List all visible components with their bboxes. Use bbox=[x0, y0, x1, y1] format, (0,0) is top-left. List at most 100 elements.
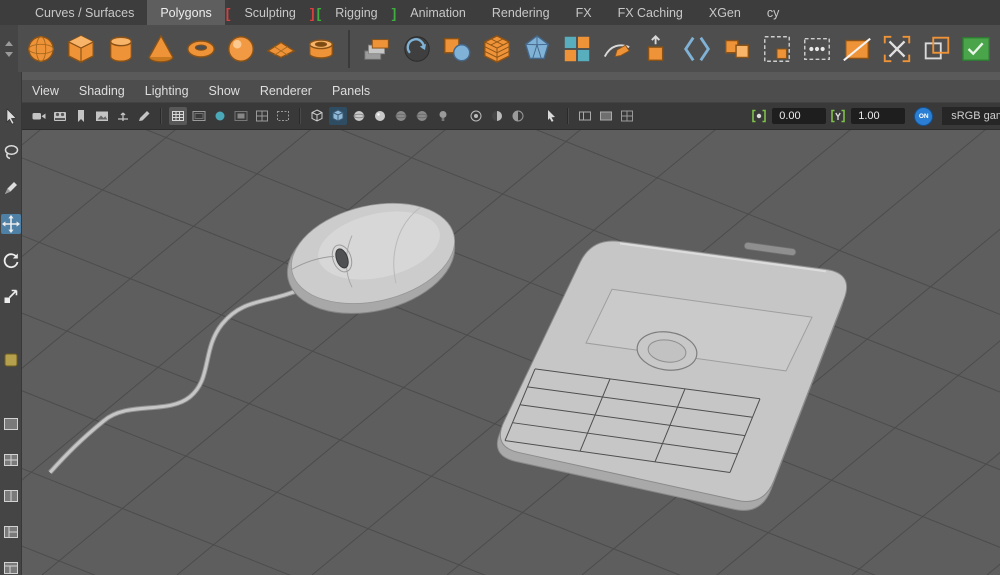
create-polygon-pencil-icon[interactable] bbox=[600, 32, 634, 66]
poly-plane-icon[interactable] bbox=[264, 32, 298, 66]
poly-sphere-icon[interactable] bbox=[24, 32, 58, 66]
extrude-icon[interactable] bbox=[640, 32, 674, 66]
camera-axis-icon[interactable] bbox=[114, 107, 132, 125]
menu-shading[interactable]: Shading bbox=[69, 84, 135, 98]
occlusion-icon[interactable] bbox=[413, 107, 431, 125]
layout-outliner-pane-icon[interactable] bbox=[1, 522, 21, 542]
toolbar-separator bbox=[567, 108, 569, 124]
xray-joints-icon[interactable] bbox=[509, 107, 527, 125]
field-chart-icon[interactable] bbox=[253, 107, 271, 125]
poly-pipe-icon[interactable] bbox=[304, 32, 338, 66]
selection-cursor-icon[interactable] bbox=[542, 107, 560, 125]
shelf-tab-xgen[interactable]: XGen bbox=[696, 0, 754, 25]
shelf-separator bbox=[348, 30, 350, 68]
menu-panels[interactable]: Panels bbox=[322, 84, 380, 98]
viewport-toolbar: 0.00 1.00 ON sRGB gam bbox=[22, 103, 1000, 130]
pane-tear-off-icon[interactable] bbox=[618, 107, 636, 125]
layout-single-pane-icon[interactable] bbox=[1, 414, 21, 434]
pane-maximize-icon[interactable] bbox=[597, 107, 615, 125]
layout-two-pane-icon[interactable] bbox=[1, 486, 21, 506]
shelf-gutter bbox=[0, 25, 18, 72]
paint-select-tool-icon[interactable] bbox=[1, 178, 21, 198]
camera-attributes-icon[interactable] bbox=[51, 107, 69, 125]
shelf-tab-curves-surfaces[interactable]: Curves / Surfaces bbox=[22, 0, 147, 25]
shelf-tab-sculpting[interactable]: Sculpting bbox=[231, 0, 308, 25]
layout-four-pane-icon[interactable] bbox=[1, 450, 21, 470]
motion-blur-icon[interactable] bbox=[434, 107, 452, 125]
lasso-tool-icon[interactable] bbox=[1, 142, 21, 162]
resolution-gate-icon[interactable] bbox=[211, 107, 229, 125]
film-gate-icon[interactable] bbox=[190, 107, 208, 125]
shelf-tab-rendering[interactable]: Rendering bbox=[479, 0, 563, 25]
toolbox bbox=[0, 72, 22, 575]
shelf-bracket-indicator: [ bbox=[225, 0, 232, 25]
exposure-icon[interactable] bbox=[750, 107, 768, 125]
menu-renderer[interactable]: Renderer bbox=[250, 84, 322, 98]
pane-border bbox=[22, 72, 1000, 80]
shelf-tab-cy[interactable]: cy bbox=[754, 0, 793, 25]
grid-toggle-icon[interactable] bbox=[169, 107, 187, 125]
stacked-squares-icon[interactable] bbox=[360, 32, 394, 66]
mirror-chevrons-icon[interactable] bbox=[680, 32, 714, 66]
shelf-tab-animation[interactable]: Animation bbox=[397, 0, 479, 25]
toolbar-separator bbox=[299, 108, 301, 124]
shadows-icon[interactable] bbox=[392, 107, 410, 125]
poly-torus-icon[interactable] bbox=[184, 32, 218, 66]
toolbar-separator bbox=[160, 108, 162, 124]
pane-layout-icon[interactable] bbox=[576, 107, 594, 125]
duplicate-squares-icon[interactable] bbox=[920, 32, 954, 66]
viewport-menubar: ViewShadingLightingShowRendererPanels bbox=[22, 80, 1000, 103]
view-transform-toggle[interactable]: ON bbox=[914, 107, 933, 126]
platonic-solid-icon[interactable] bbox=[520, 32, 554, 66]
multi-cut-icon[interactable] bbox=[840, 32, 874, 66]
use-all-lights-icon[interactable] bbox=[371, 107, 389, 125]
select-tool-icon[interactable] bbox=[1, 106, 21, 126]
isolate-select-icon[interactable] bbox=[467, 107, 485, 125]
poly-sphere-alt-icon[interactable] bbox=[224, 32, 258, 66]
select-camera-icon[interactable] bbox=[30, 107, 48, 125]
shelf-icon-row bbox=[18, 25, 1000, 72]
poly-cube-icon[interactable] bbox=[64, 32, 98, 66]
shelf-tab-fx-caching[interactable]: FX Caching bbox=[605, 0, 696, 25]
image-plane-icon[interactable] bbox=[93, 107, 111, 125]
viewport-canvas[interactable] bbox=[22, 130, 1000, 575]
gate-mask-icon[interactable] bbox=[232, 107, 250, 125]
shelf-tab-polygons[interactable]: Polygons bbox=[147, 0, 224, 25]
boolean-icon[interactable] bbox=[440, 32, 474, 66]
shelf-tab-fx[interactable]: FX bbox=[563, 0, 605, 25]
scale-tool-icon[interactable] bbox=[1, 286, 21, 306]
colorspace-field[interactable]: sRGB gam bbox=[942, 107, 1000, 125]
target-weld-icon[interactable] bbox=[880, 32, 914, 66]
bookmark-icon[interactable] bbox=[72, 107, 90, 125]
poly-cone-icon[interactable] bbox=[144, 32, 178, 66]
shelf-scroll-up-arrow[interactable] bbox=[5, 41, 13, 46]
exposure-field[interactable]: 0.00 bbox=[772, 108, 826, 124]
wireframe-mode-icon[interactable] bbox=[308, 107, 326, 125]
pencil-icon[interactable] bbox=[135, 107, 153, 125]
textured-mode-icon[interactable] bbox=[350, 107, 368, 125]
shelf-bracket-indicator: [ bbox=[316, 0, 323, 25]
marquee-dots-icon[interactable] bbox=[800, 32, 834, 66]
smooth-mesh-icon[interactable] bbox=[400, 32, 434, 66]
menu-view[interactable]: View bbox=[22, 84, 69, 98]
layout-split-pane-icon[interactable] bbox=[1, 558, 21, 575]
viewport-panel: ViewShadingLightingShowRendererPanels 0.… bbox=[22, 72, 1000, 575]
last-tool-icon[interactable] bbox=[1, 350, 21, 370]
menu-lighting[interactable]: Lighting bbox=[135, 84, 199, 98]
gamma-field[interactable]: 1.00 bbox=[851, 108, 905, 124]
safe-action-icon[interactable] bbox=[274, 107, 292, 125]
rotate-tool-icon[interactable] bbox=[1, 250, 21, 270]
shelf-tab-rigging[interactable]: Rigging bbox=[322, 0, 390, 25]
shaded-mode-icon[interactable] bbox=[329, 107, 347, 125]
xray-icon[interactable] bbox=[488, 107, 506, 125]
menu-show[interactable]: Show bbox=[199, 84, 250, 98]
combine-cubes-icon[interactable] bbox=[720, 32, 754, 66]
move-tool-icon[interactable] bbox=[1, 214, 21, 234]
checker-grid-icon[interactable] bbox=[560, 32, 594, 66]
quad-draw-icon[interactable] bbox=[760, 32, 794, 66]
shelf-menu-arrow[interactable] bbox=[5, 52, 13, 57]
poly-cylinder-icon[interactable] bbox=[104, 32, 138, 66]
green-check-icon[interactable] bbox=[960, 32, 994, 66]
gamma-icon[interactable] bbox=[829, 107, 847, 125]
subdivide-cube-icon[interactable] bbox=[480, 32, 514, 66]
